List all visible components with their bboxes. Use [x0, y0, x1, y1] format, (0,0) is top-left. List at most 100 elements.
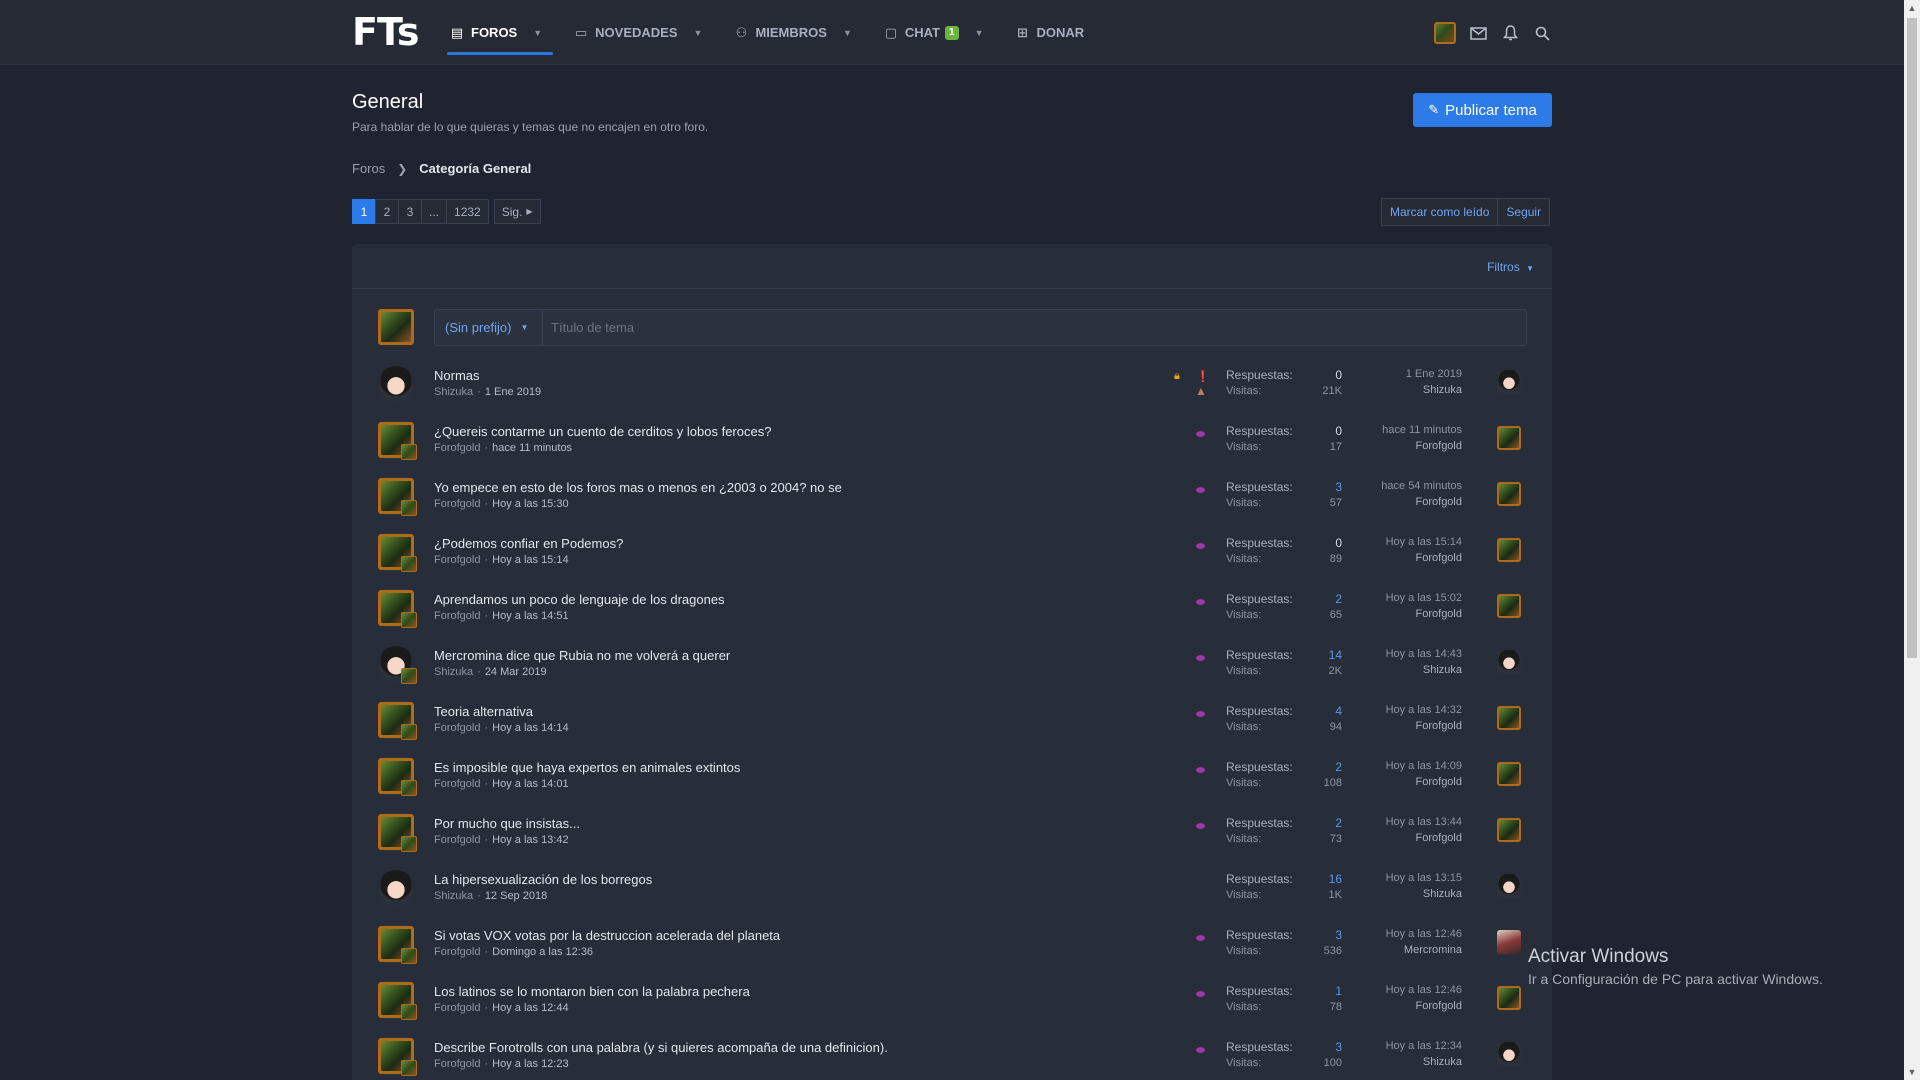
thread-author[interactable]: Forofgold: [434, 1002, 480, 1014]
thread-author[interactable]: Forofgold: [434, 778, 480, 790]
thread-title[interactable]: La hipersexualización de los borregos: [434, 872, 652, 887]
page-link[interactable]: 1: [352, 199, 376, 224]
last-poster-avatar[interactable]: [1497, 874, 1521, 898]
thread-date[interactable]: 12 Sep 2018: [485, 890, 547, 902]
last-poster-avatar[interactable]: [1497, 650, 1521, 674]
last-poster-avatar[interactable]: [1497, 538, 1521, 562]
thread-author[interactable]: Forofgold: [434, 722, 480, 734]
thread-title[interactable]: ¿Podemos confiar en Podemos?: [434, 536, 623, 551]
caret-down-icon[interactable]: ▼: [533, 28, 542, 38]
thread-date[interactable]: Hoy a las 15:30: [492, 498, 568, 510]
thread-date[interactable]: 1 Ene 2019: [485, 386, 541, 398]
thread-title[interactable]: Teoria alternativa: [434, 704, 533, 719]
thread-author[interactable]: Forofgold: [434, 498, 480, 510]
thread-author[interactable]: Forofgold: [434, 554, 480, 566]
last-poster-avatar[interactable]: [1497, 1042, 1521, 1066]
thread-author[interactable]: Forofgold: [434, 1058, 480, 1070]
last-poster-avatar[interactable]: [1497, 482, 1521, 506]
last-post-user[interactable]: Forofgold: [1332, 776, 1462, 788]
last-post-user[interactable]: Mercromina: [1332, 944, 1462, 956]
thread-date[interactable]: Hoy a las 14:51: [492, 610, 568, 622]
breadcrumb-root[interactable]: Foros: [352, 161, 385, 176]
last-post-date[interactable]: Hoy a las 15:14: [1332, 536, 1462, 548]
last-poster-avatar[interactable]: [1497, 762, 1521, 786]
last-post-user[interactable]: Shizuka: [1332, 1056, 1462, 1068]
last-post-date[interactable]: 1 Ene 2019: [1332, 368, 1462, 380]
thread-date[interactable]: Hoy a las 15:14: [492, 554, 568, 566]
nav-novedades[interactable]: ▭ NOVEDADES ▼: [571, 0, 713, 65]
thread-date[interactable]: hace 11 minutos: [492, 442, 572, 454]
thread-title[interactable]: Si votas VOX votas por la destruccion ac…: [434, 928, 780, 943]
breadcrumb-current[interactable]: Categoría General: [419, 161, 531, 176]
last-post-date[interactable]: hace 54 minutos: [1332, 480, 1462, 492]
last-poster-avatar[interactable]: [1497, 594, 1521, 618]
filters-dropdown[interactable]: Filtros ▼: [1487, 260, 1534, 274]
next-page-button[interactable]: Sig. ▶: [493, 199, 541, 224]
bell-icon[interactable]: [1500, 23, 1520, 43]
thread-title[interactable]: Es imposible que haya expertos en animal…: [434, 760, 740, 775]
thread-date[interactable]: Hoy a las 14:01: [492, 778, 568, 790]
last-poster-avatar[interactable]: [1497, 426, 1521, 450]
mark-read-button[interactable]: Marcar como leído: [1381, 198, 1499, 226]
search-icon[interactable]: [1532, 23, 1552, 43]
scroll-down-arrow-icon[interactable]: ▼: [1904, 1064, 1920, 1080]
thread-title-input[interactable]: [543, 310, 1526, 345]
thread-author[interactable]: Forofgold: [434, 946, 480, 958]
last-post-date[interactable]: Hoy a las 14:09: [1332, 760, 1462, 772]
last-poster-avatar[interactable]: [1497, 930, 1521, 954]
last-post-user[interactable]: Shizuka: [1332, 664, 1462, 676]
thread-date[interactable]: 24 Mar 2019: [485, 666, 547, 678]
thread-author[interactable]: Forofgold: [434, 834, 480, 846]
scroll-up-arrow-icon[interactable]: ▲: [1904, 0, 1920, 16]
thread-author[interactable]: Forofgold: [434, 610, 480, 622]
last-post-user[interactable]: Forofgold: [1332, 496, 1462, 508]
user-avatar[interactable]: [1434, 22, 1456, 44]
thread-author[interactable]: Shizuka: [434, 666, 473, 678]
last-post-user[interactable]: Shizuka: [1332, 384, 1462, 396]
thread-author[interactable]: Shizuka: [434, 890, 473, 902]
thread-title[interactable]: ¿Quereis contarme un cuento de cerditos …: [434, 424, 771, 439]
follow-button[interactable]: Seguir: [1497, 198, 1551, 226]
page-link[interactable]: 2: [375, 199, 399, 224]
thread-date[interactable]: Domingo a las 12:36: [492, 946, 593, 958]
last-poster-avatar[interactable]: [1497, 818, 1521, 842]
thread-author[interactable]: Shizuka: [434, 386, 473, 398]
nav-donar[interactable]: ⊞ DONAR: [1012, 0, 1095, 65]
mail-icon[interactable]: [1468, 23, 1488, 43]
author-avatar[interactable]: [378, 366, 414, 402]
post-thread-button[interactable]: ✎ Publicar tema: [1413, 93, 1552, 127]
thread-title[interactable]: Aprendamos un poco de lenguaje de los dr…: [434, 592, 725, 607]
thread-title[interactable]: Describe Forotrolls con una palabra (y s…: [434, 1040, 888, 1055]
page-link[interactable]: 1232: [446, 199, 489, 224]
thread-date[interactable]: Hoy a las 13:42: [492, 834, 568, 846]
last-post-date[interactable]: Hoy a las 12:46: [1332, 928, 1462, 940]
prefix-select[interactable]: (Sin prefijo) ▼: [435, 310, 543, 345]
last-poster-avatar[interactable]: [1497, 706, 1521, 730]
scroll-thumb[interactable]: [1907, 18, 1917, 658]
last-post-user[interactable]: Forofgold: [1332, 832, 1462, 844]
last-post-user[interactable]: Shizuka: [1332, 888, 1462, 900]
last-post-user[interactable]: Forofgold: [1332, 552, 1462, 564]
last-post-user[interactable]: Forofgold: [1332, 720, 1462, 732]
nav-miembros[interactable]: ⚇ MIEMBROS ▼: [731, 0, 862, 65]
nav-foros[interactable]: ▤ FOROS ▼: [447, 0, 554, 65]
thread-author[interactable]: Forofgold: [434, 442, 480, 454]
last-post-date[interactable]: Hoy a las 14:43: [1332, 648, 1462, 660]
caret-down-icon[interactable]: ▼: [694, 28, 703, 38]
nav-chat[interactable]: ▢ CHAT 1 ▼: [881, 0, 995, 65]
last-post-user[interactable]: Forofgold: [1332, 1000, 1462, 1012]
thread-date[interactable]: Hoy a las 12:44: [492, 1002, 568, 1014]
caret-down-icon[interactable]: ▼: [843, 28, 852, 38]
last-post-date[interactable]: hace 11 minutos: [1332, 424, 1462, 436]
last-post-date[interactable]: Hoy a las 12:34: [1332, 1040, 1462, 1052]
last-post-user[interactable]: Forofgold: [1332, 440, 1462, 452]
thread-title[interactable]: Mercromina dice que Rubia no me volverá …: [434, 648, 730, 663]
thread-title[interactable]: Por mucho que insistas...: [434, 816, 580, 831]
site-logo[interactable]: FTs: [352, 13, 419, 51]
last-post-date[interactable]: Hoy a las 13:15: [1332, 872, 1462, 884]
page-link[interactable]: 3: [398, 199, 422, 224]
page-ellipsis[interactable]: ...: [421, 199, 448, 224]
caret-down-icon[interactable]: ▼: [975, 28, 984, 38]
thread-title[interactable]: Los latinos se lo montaron bien con la p…: [434, 984, 750, 999]
last-post-date[interactable]: Hoy a las 13:44: [1332, 816, 1462, 828]
